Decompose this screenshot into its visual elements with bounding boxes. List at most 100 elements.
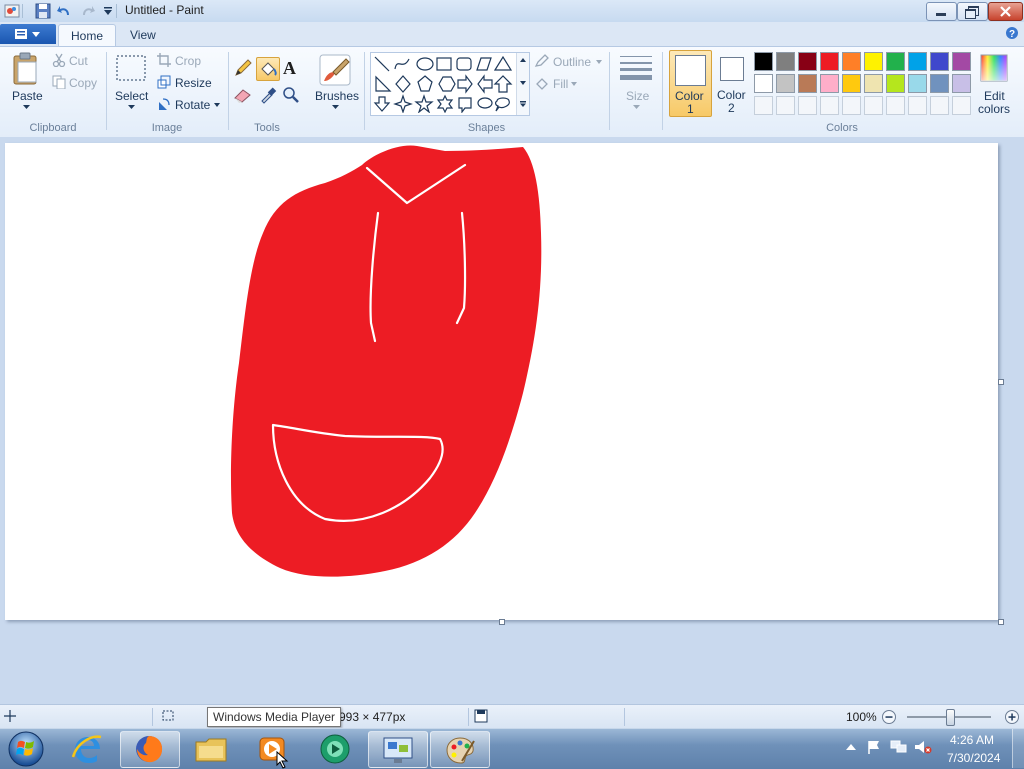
palette-swatch-r2-2[interactable] [798, 74, 817, 93]
minimize-button[interactable] [926, 2, 957, 21]
palette-swatch-r1-4[interactable] [842, 52, 861, 71]
scroll-up-icon[interactable] [520, 58, 526, 62]
clock-date[interactable]: 7/30/2024 [947, 751, 1000, 765]
pencil-icon[interactable] [233, 58, 253, 78]
palette-swatch-r1-1[interactable] [776, 52, 795, 71]
color1-button[interactable]: Color 1 [669, 50, 712, 117]
palette-swatch-r2-4[interactable] [842, 74, 861, 93]
shapes-grid [373, 55, 513, 113]
palette-swatch-r2-1[interactable] [776, 74, 795, 93]
redo-icon[interactable] [80, 3, 96, 19]
palette-swatch-r1-7[interactable] [908, 52, 927, 71]
save-icon[interactable] [35, 3, 51, 19]
paint-app-icon[interactable] [4, 3, 20, 19]
rectangle-shape-icon [436, 57, 452, 71]
resize-button[interactable]: Resize [157, 75, 212, 91]
palette-swatch-r1-6[interactable] [886, 52, 905, 71]
fill-bucket-icon [536, 78, 548, 90]
custom-color-slot-0[interactable] [754, 96, 773, 115]
palette-swatch-r2-9[interactable] [952, 74, 971, 93]
palette-swatch-r1-5[interactable] [864, 52, 883, 71]
undo-icon[interactable] [56, 3, 72, 19]
palette-swatch-r1-0[interactable] [754, 52, 773, 71]
palette-swatch-r2-6[interactable] [886, 74, 905, 93]
palette-swatch-r1-3[interactable] [820, 52, 839, 71]
scroll-down-icon[interactable] [520, 81, 526, 85]
file-menu-button[interactable] [0, 24, 56, 44]
zoom-in-icon[interactable] [1004, 709, 1020, 725]
custom-color-slot-4[interactable] [842, 96, 861, 115]
taskbar-paint[interactable] [430, 731, 490, 768]
select-button[interactable]: Select [112, 52, 150, 112]
palette-swatch-r1-8[interactable] [930, 52, 949, 71]
resize-label: Resize [175, 76, 212, 90]
start-button[interactable] [4, 729, 48, 767]
chevron-down-icon [332, 105, 339, 109]
volume-muted-icon[interactable] [914, 739, 932, 755]
custom-color-slot-5[interactable] [864, 96, 883, 115]
eraser-icon[interactable] [233, 86, 253, 104]
resize-handle-corner[interactable] [998, 619, 1004, 625]
palette-swatch-r2-8[interactable] [930, 74, 949, 93]
copy-button[interactable]: Copy [52, 75, 102, 91]
zoom-out-icon[interactable] [881, 709, 897, 725]
tab-home[interactable]: Home [58, 24, 117, 47]
crop-button[interactable]: Crop [157, 53, 207, 69]
close-button[interactable] [988, 2, 1023, 21]
help-icon[interactable]: ? [1005, 26, 1019, 40]
colors-group-label: Colors [826, 122, 858, 134]
palette-swatch-r2-3[interactable] [820, 74, 839, 93]
windows-start-icon [8, 731, 44, 767]
custom-color-slot-6[interactable] [886, 96, 905, 115]
magnifier-icon[interactable] [282, 86, 300, 104]
taskbar-media-app[interactable] [306, 731, 364, 766]
resize-handle-right[interactable] [998, 379, 1004, 385]
title-bar: Untitled - Paint [0, 0, 1024, 23]
restore-button[interactable] [957, 2, 988, 21]
clock-time[interactable]: 4:26 AM [950, 733, 994, 747]
zoom-level: 100% [846, 710, 877, 724]
color2-button[interactable]: Color 2 [713, 50, 751, 115]
triangle-shape-icon [493, 55, 513, 71]
palette-swatch-r1-2[interactable] [798, 52, 817, 71]
cut-button[interactable]: Cut [52, 53, 97, 69]
taskbar-internet-explorer[interactable] [58, 731, 116, 766]
brushes-button[interactable]: Brushes [310, 52, 360, 112]
custom-color-slot-3[interactable] [820, 96, 839, 115]
show-desktop-button[interactable] [1012, 729, 1024, 768]
customize-quick-access-icon[interactable] [100, 3, 116, 19]
taskbar-remote-desktop[interactable] [368, 731, 428, 768]
custom-color-slot-8[interactable] [930, 96, 949, 115]
taskbar-windows-media-player[interactable] [244, 731, 302, 769]
custom-color-slot-9[interactable] [952, 96, 971, 115]
action-center-flag-icon[interactable] [866, 739, 882, 755]
taskbar-file-explorer[interactable] [182, 731, 240, 766]
palette-swatch-r2-0[interactable] [754, 74, 773, 93]
drawing-canvas[interactable] [5, 143, 998, 620]
palette-swatch-r2-7[interactable] [908, 74, 927, 93]
size-button[interactable]: Size [616, 52, 656, 114]
rotate-button[interactable]: Rotate [157, 97, 222, 113]
zoom-slider-thumb[interactable] [946, 709, 955, 726]
fill-button[interactable]: Fill [534, 76, 584, 92]
taskbar-firefox[interactable] [120, 731, 180, 768]
text-tool-icon[interactable]: A [283, 58, 301, 78]
palette-swatch-r1-9[interactable] [952, 52, 971, 71]
custom-color-slot-7[interactable] [908, 96, 927, 115]
fill-tool-button[interactable] [256, 57, 280, 81]
tab-view[interactable]: View [118, 24, 168, 46]
palette-swatch-r2-5[interactable] [864, 74, 883, 93]
color-picker-icon[interactable] [259, 86, 277, 104]
custom-color-slot-1[interactable] [776, 96, 795, 115]
resize-handle-bottom[interactable] [499, 619, 505, 625]
edit-colors-button[interactable]: Edit colors [976, 52, 1012, 116]
taskbar-tooltip: Windows Media Player [207, 707, 342, 727]
show-hidden-icons-icon[interactable] [846, 743, 856, 751]
gallery-expand-icon[interactable] [520, 101, 526, 107]
outline-button[interactable]: Outline [534, 54, 604, 70]
custom-color-slot-2[interactable] [798, 96, 817, 115]
paste-label: Paste [12, 89, 43, 103]
paste-button[interactable]: Paste [6, 52, 46, 112]
shapes-scrollbar[interactable] [516, 53, 529, 115]
network-icon[interactable] [890, 739, 908, 755]
